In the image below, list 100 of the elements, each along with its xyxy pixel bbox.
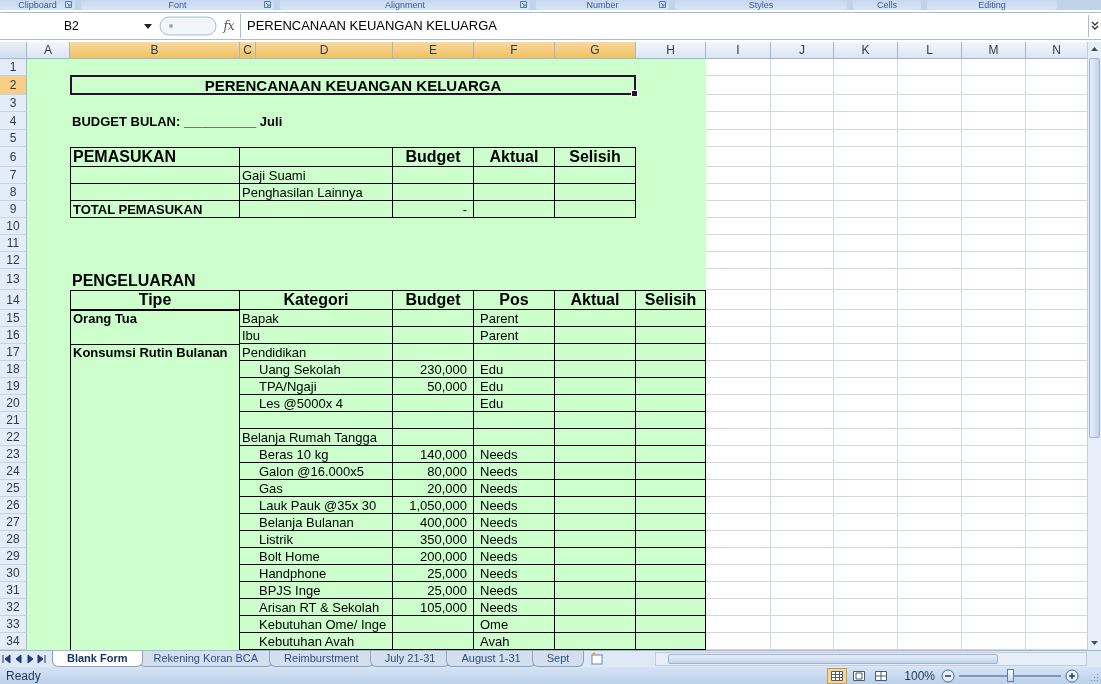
column-header[interactable]: G: [555, 42, 636, 59]
row-header[interactable]: 6: [0, 147, 27, 167]
sheet-tab[interactable]: Blank Form: [52, 651, 143, 667]
row-header[interactable]: 17: [0, 344, 27, 361]
row-header[interactable]: 20: [0, 395, 27, 412]
column-header[interactable]: J: [771, 42, 834, 59]
ribbon-group-label: Clipboard: [18, 0, 57, 10]
row-header[interactable]: 23: [0, 446, 27, 463]
section-heading: PEMASUKAN: [70, 147, 240, 167]
row-header[interactable]: 32: [0, 599, 27, 616]
ribbon-group-label: Alignment: [385, 0, 425, 10]
column-header[interactable]: F: [474, 42, 555, 59]
dropdown-caret-icon[interactable]: [144, 23, 152, 29]
row-header[interactable]: 14: [0, 290, 27, 310]
zoom-out-icon[interactable]: [941, 668, 955, 683]
row-header[interactable]: 31: [0, 582, 27, 599]
fill-handle[interactable]: [631, 90, 638, 97]
row-header[interactable]: 3: [0, 95, 27, 112]
normal-view-button[interactable]: [827, 667, 848, 684]
column-title: Kategori: [240, 290, 393, 310]
row-header[interactable]: 29: [0, 548, 27, 565]
row-header[interactable]: 11: [0, 235, 27, 252]
table-cell: [636, 361, 706, 378]
table-cell: [636, 582, 706, 599]
dialog-launcher-icon[interactable]: [65, 1, 72, 8]
column-header[interactable]: D: [256, 42, 393, 59]
scroll-thumb[interactable]: [1089, 58, 1100, 438]
previous-sheet-icon[interactable]: [13, 653, 23, 665]
insert-function-button[interactable]: fx: [218, 19, 240, 33]
column-header[interactable]: M: [962, 42, 1026, 59]
table-cell: [636, 463, 706, 480]
row-header[interactable]: 30: [0, 565, 27, 582]
table-cell: [636, 531, 706, 548]
row-header[interactable]: 5: [0, 130, 27, 147]
table-cell: 200,000: [393, 548, 474, 565]
selected-cell[interactable]: PERENCANAAN KEUANGAN KELUARGA: [70, 75, 636, 95]
row-header[interactable]: 24: [0, 463, 27, 480]
dialog-launcher-icon[interactable]: [264, 1, 271, 8]
sheet-tab[interactable]: Reimburstment: [269, 651, 374, 667]
row-header[interactable]: 8: [0, 184, 27, 201]
row-header[interactable]: 21: [0, 412, 27, 429]
row-header[interactable]: 16: [0, 327, 27, 344]
column-header[interactable]: N: [1026, 42, 1087, 59]
row-header[interactable]: 15: [0, 310, 27, 327]
row-header[interactable]: 33: [0, 616, 27, 633]
last-sheet-icon[interactable]: [37, 653, 47, 665]
column-title: Selisih: [636, 290, 706, 310]
vertical-scrollbar[interactable]: [1087, 42, 1101, 650]
next-sheet-icon[interactable]: [25, 653, 35, 665]
horizontal-scrollbar[interactable]: [655, 652, 1087, 666]
column-header[interactable]: L: [898, 42, 962, 59]
column-header[interactable]: C: [240, 42, 256, 59]
row-header[interactable]: 18: [0, 361, 27, 378]
table-cell: Needs: [474, 446, 555, 463]
row-header[interactable]: 1: [0, 59, 27, 76]
row-header[interactable]: 10: [0, 218, 27, 235]
row-header[interactable]: 28: [0, 531, 27, 548]
column-header[interactable]: I: [706, 42, 771, 59]
expand-chevron-icon[interactable]: [1088, 15, 1101, 37]
row-header[interactable]: 22: [0, 429, 27, 446]
row-header[interactable]: 4: [0, 112, 27, 130]
empty-cell-grid[interactable]: [706, 59, 1087, 650]
formula-bar-handle-icon[interactable]: [158, 15, 218, 37]
table-cell: Needs: [474, 582, 555, 599]
table-cell: Arisan RT & Sekolah: [240, 599, 393, 616]
table-cell: Uang Sekolah: [240, 361, 393, 378]
row-header[interactable]: 19: [0, 378, 27, 395]
table-cell: Lauk Pauk @35x 30: [240, 497, 393, 514]
dialog-launcher-icon[interactable]: [659, 1, 666, 8]
table-cell: Galon @16.000x5: [240, 463, 393, 480]
column-header[interactable]: A: [27, 42, 70, 59]
table-cell: 80,000: [393, 463, 474, 480]
sheet-tab[interactable]: August 1-31: [446, 651, 536, 667]
sheet-tab[interactable]: Sept: [531, 651, 585, 667]
row-header[interactable]: 12: [0, 252, 27, 269]
row-header[interactable]: 13: [0, 269, 27, 290]
scroll-thumb[interactable]: [668, 654, 998, 664]
row-header[interactable]: 26: [0, 497, 27, 514]
row-header[interactable]: 2: [0, 76, 27, 95]
zoom-slider-thumb[interactable]: [1007, 668, 1014, 682]
zoom-level[interactable]: 100%: [904, 668, 935, 683]
row-header[interactable]: 7: [0, 167, 27, 184]
row-header[interactable]: 25: [0, 480, 27, 497]
column-header[interactable]: E: [393, 42, 474, 59]
table-cell: [636, 497, 706, 514]
column-header[interactable]: K: [834, 42, 898, 59]
name-box[interactable]: B2: [0, 15, 158, 37]
table-cell: Bapak: [240, 310, 393, 327]
first-sheet-icon[interactable]: [1, 653, 11, 665]
column-title: Aktual: [555, 290, 636, 310]
row-header[interactable]: 34: [0, 633, 27, 650]
formula-field[interactable]: PERENCANAAN KEUANGAN KELUARGA: [240, 14, 1088, 38]
column-header[interactable]: H: [636, 42, 706, 59]
row-header[interactable]: 9: [0, 201, 27, 218]
table-cell: Penghasilan Lainnya: [240, 184, 393, 201]
dialog-launcher-icon[interactable]: [520, 1, 527, 8]
ribbon-group-label: Styles: [748, 0, 774, 10]
column-header[interactable]: B: [70, 42, 240, 59]
zoom-in-icon[interactable]: [1065, 668, 1079, 683]
row-header[interactable]: 27: [0, 514, 27, 531]
